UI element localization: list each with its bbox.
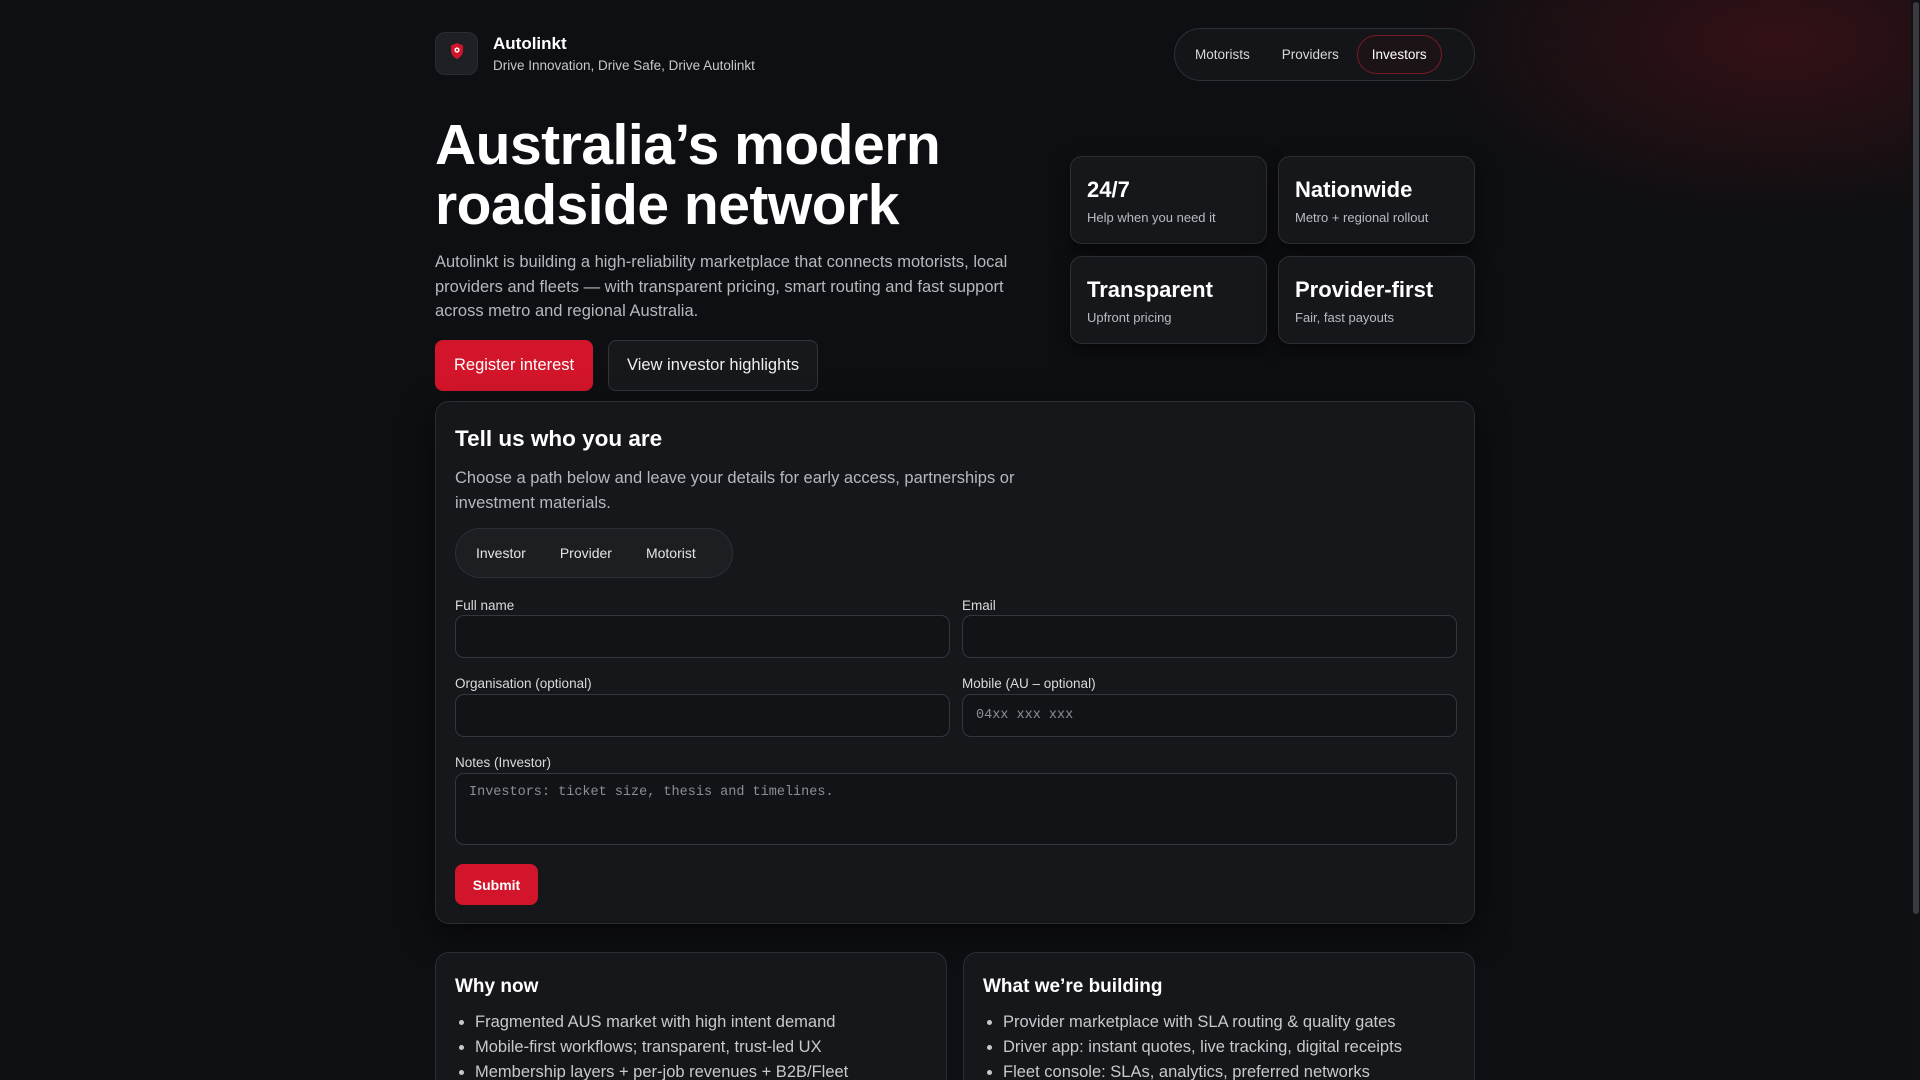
- list-item: Fragmented AUS market with high intent d…: [475, 1010, 915, 1035]
- list-item: Mobile-first workflows; transparent, tru…: [475, 1035, 915, 1060]
- scrollbar-thumb[interactable]: [1913, 2, 1919, 914]
- shield-pin-icon: [449, 42, 465, 65]
- path-selector: Investor Provider Motorist: [455, 528, 733, 578]
- notes-label: Notes (Investor): [455, 755, 552, 770]
- stat-title: Transparent: [1087, 277, 1213, 302]
- interest-form-card: Tell us who you are Choose a path below …: [435, 401, 1475, 924]
- organisation-field[interactable]: [455, 694, 950, 737]
- hero-title: Australia’s modern roadside network: [435, 115, 1055, 235]
- hero-title-line-2: roadside network: [435, 173, 899, 237]
- view-investor-highlights-button[interactable]: View investor highlights: [608, 340, 819, 391]
- register-interest-button[interactable]: Register interest: [435, 340, 594, 391]
- full-name-field[interactable]: [455, 615, 950, 658]
- path-option-investor[interactable]: Investor: [462, 535, 540, 571]
- list-item: Fleet console: SLAs, analytics, preferre…: [1003, 1060, 1443, 1080]
- notes-field[interactable]: [455, 773, 1457, 845]
- email-label: Email: [962, 598, 996, 613]
- stat-card: Transparent Upfront pricing: [1070, 256, 1267, 344]
- stat-card: 24/7 Help when you need it: [1070, 156, 1267, 244]
- path-option-provider[interactable]: Provider: [546, 535, 626, 571]
- why-now-title: Why now: [455, 976, 539, 997]
- list-item: Membership layers + per-job revenues + B…: [475, 1060, 915, 1080]
- organisation-label: Organisation (optional): [455, 676, 592, 691]
- mobile-label: Mobile (AU – optional): [962, 676, 1096, 691]
- brand-tagline: Drive Innovation, Drive Safe, Drive Auto…: [493, 58, 755, 73]
- mobile-field[interactable]: [962, 694, 1457, 737]
- stat-subtitle: Fair, fast payouts: [1295, 310, 1394, 325]
- stat-title: 24/7: [1087, 177, 1130, 202]
- stat-card: Provider-first Fair, fast payouts: [1278, 256, 1475, 344]
- why-now-card: Why now Fragmented AUS market with high …: [435, 952, 947, 1080]
- hero-description: Autolinkt is building a high-reliability…: [435, 253, 1008, 320]
- stat-subtitle: Metro + regional rollout: [1295, 210, 1429, 225]
- page-scrollbar[interactable]: [1911, 0, 1920, 1080]
- list-item: Driver app: instant quotes, live trackin…: [1003, 1035, 1443, 1060]
- page: Autolinkt Drive Innovation, Drive Safe, …: [435, 0, 1475, 1080]
- brand-logo[interactable]: [435, 32, 478, 75]
- stat-subtitle: Help when you need it: [1087, 210, 1216, 225]
- stat-card: Nationwide Metro + regional rollout: [1278, 156, 1475, 244]
- stats-grid: 24/7 Help when you need it Nationwide Me…: [1070, 156, 1475, 344]
- email-field[interactable]: [962, 615, 1457, 658]
- stat-title: Nationwide: [1295, 177, 1413, 202]
- nav-item-providers[interactable]: Providers: [1268, 35, 1353, 74]
- full-name-label: Full name: [455, 598, 515, 613]
- submit-button[interactable]: Submit: [455, 864, 538, 905]
- site-header: Autolinkt Drive Innovation, Drive Safe, …: [435, 0, 1475, 108]
- stat-subtitle: Upfront pricing: [1087, 310, 1172, 325]
- hero-title-line-1: Australia’s modern: [435, 113, 941, 177]
- what-were-building-title: What we’re building: [983, 976, 1163, 997]
- why-now-list: Fragmented AUS market with high intent d…: [475, 1010, 915, 1080]
- form-title: Tell us who you are: [455, 426, 663, 451]
- path-option-motorist[interactable]: Motorist: [632, 535, 710, 571]
- list-item: Provider marketplace with SLA routing & …: [1003, 1010, 1443, 1035]
- what-were-building-list: Provider marketplace with SLA routing & …: [1003, 1010, 1443, 1080]
- nav-item-motorists[interactable]: Motorists: [1181, 35, 1264, 74]
- nav-item-investors[interactable]: Investors: [1356, 35, 1442, 74]
- main-nav: Motorists Providers Investors: [1174, 28, 1475, 81]
- what-were-building-card: What we’re building Provider marketplace…: [963, 952, 1475, 1080]
- brand-name: Autolinkt: [493, 34, 567, 53]
- stat-title: Provider-first: [1295, 277, 1434, 302]
- form-description: Choose a path below and leave your detai…: [455, 469, 1015, 512]
